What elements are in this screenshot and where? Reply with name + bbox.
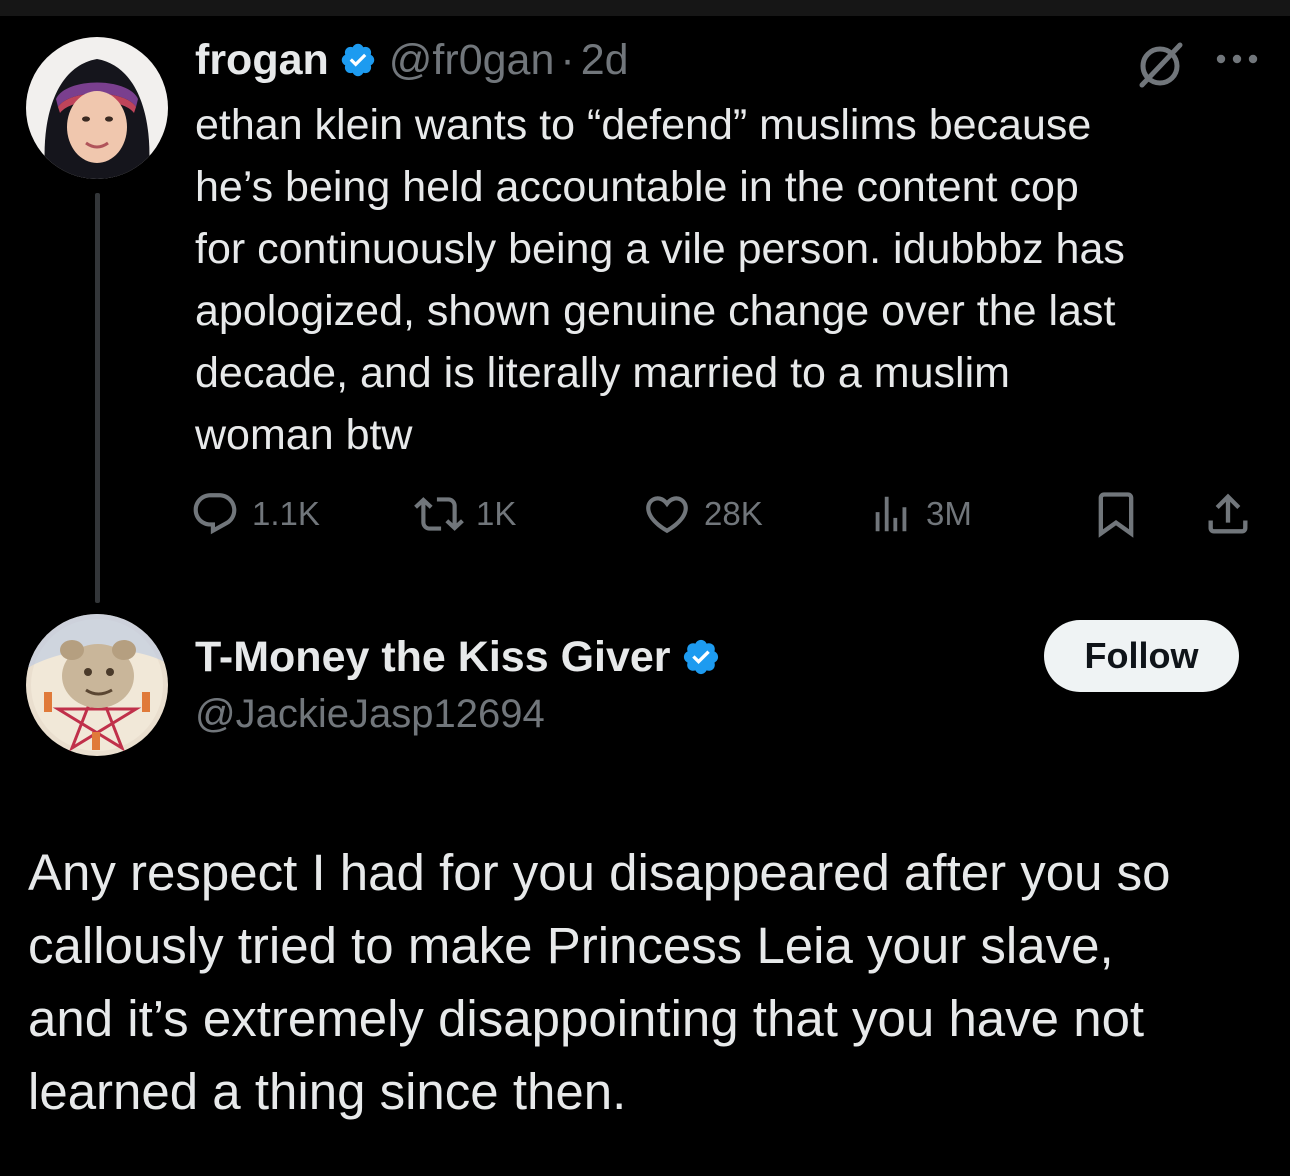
share-icon <box>1202 488 1254 540</box>
author-handle[interactable]: @fr0gan <box>389 36 555 85</box>
verified-badge-icon <box>339 41 377 79</box>
reply-icon <box>190 489 240 539</box>
tweet-text-line: learned a thing since then. <box>28 1063 627 1120</box>
tweet-text-line: ethan klein wants to “defend” muslims be… <box>195 101 1092 149</box>
frogan-avatar[interactable] <box>26 37 168 179</box>
retweet-button[interactable]: 1K <box>414 486 516 542</box>
tweet-action-bar: 1.1K 1K 28K 3M <box>190 486 1260 542</box>
bookmark-icon <box>1090 488 1142 540</box>
heart-icon <box>642 489 692 539</box>
retweet-icon <box>414 489 464 539</box>
author-display-name[interactable]: frogan <box>195 36 329 85</box>
tweet-text-line: woman btw <box>195 411 413 459</box>
tweet-text-line: and it’s extremely disappointing that yo… <box>28 990 1145 1047</box>
separator-dot: · <box>560 35 575 84</box>
parent-tweet-header: frogan @fr0gan · 2d <box>195 32 629 88</box>
top-edge-strip <box>0 0 1290 16</box>
tmoney-avatar[interactable] <box>26 614 168 756</box>
tweet-text-line: apologized, shown genuine change over th… <box>195 287 1116 335</box>
follow-button[interactable]: Follow <box>1044 620 1239 692</box>
tweet-text-line: Any respect I had for you disappeared af… <box>28 844 1171 901</box>
views-button[interactable]: 3M <box>868 486 972 542</box>
like-button[interactable]: 28K <box>642 486 763 542</box>
views-count: 3M <box>926 495 972 532</box>
reply-author-name-row: T-Money the Kiss Giver <box>195 628 721 686</box>
verified-badge-icon <box>681 637 721 677</box>
reply-count: 1.1K <box>252 495 320 532</box>
thread-connector-line <box>95 193 100 603</box>
share-button[interactable] <box>1202 486 1254 542</box>
more-options-icon[interactable] <box>1212 44 1262 74</box>
tweet-text-line: he’s being held accountable in the conte… <box>195 163 1079 211</box>
tweet-text-line: for continuously being a vile person. id… <box>195 225 1125 273</box>
tweet-timestamp[interactable]: 2d <box>581 36 629 85</box>
views-icon <box>868 489 914 539</box>
reply-author-handle[interactable]: @JackieJasp12694 <box>195 692 545 737</box>
tweet-text-line: decade, and is literally married to a mu… <box>195 349 1010 397</box>
reply-button[interactable]: 1.1K <box>190 486 320 542</box>
grok-icon[interactable] <box>1134 38 1186 90</box>
like-count: 28K <box>704 495 763 532</box>
retweet-count: 1K <box>476 495 517 532</box>
reply-tweet-text: Any respect I had for you disappeared af… <box>28 836 1278 1128</box>
tweet-text-line: callously tried to make Princess Leia yo… <box>28 917 1114 974</box>
reply-author-display-name[interactable]: T-Money the Kiss Giver <box>195 633 671 682</box>
parent-tweet-text: ethan klein wants to “defend” muslims be… <box>195 94 1275 466</box>
bookmark-button[interactable] <box>1090 486 1142 542</box>
